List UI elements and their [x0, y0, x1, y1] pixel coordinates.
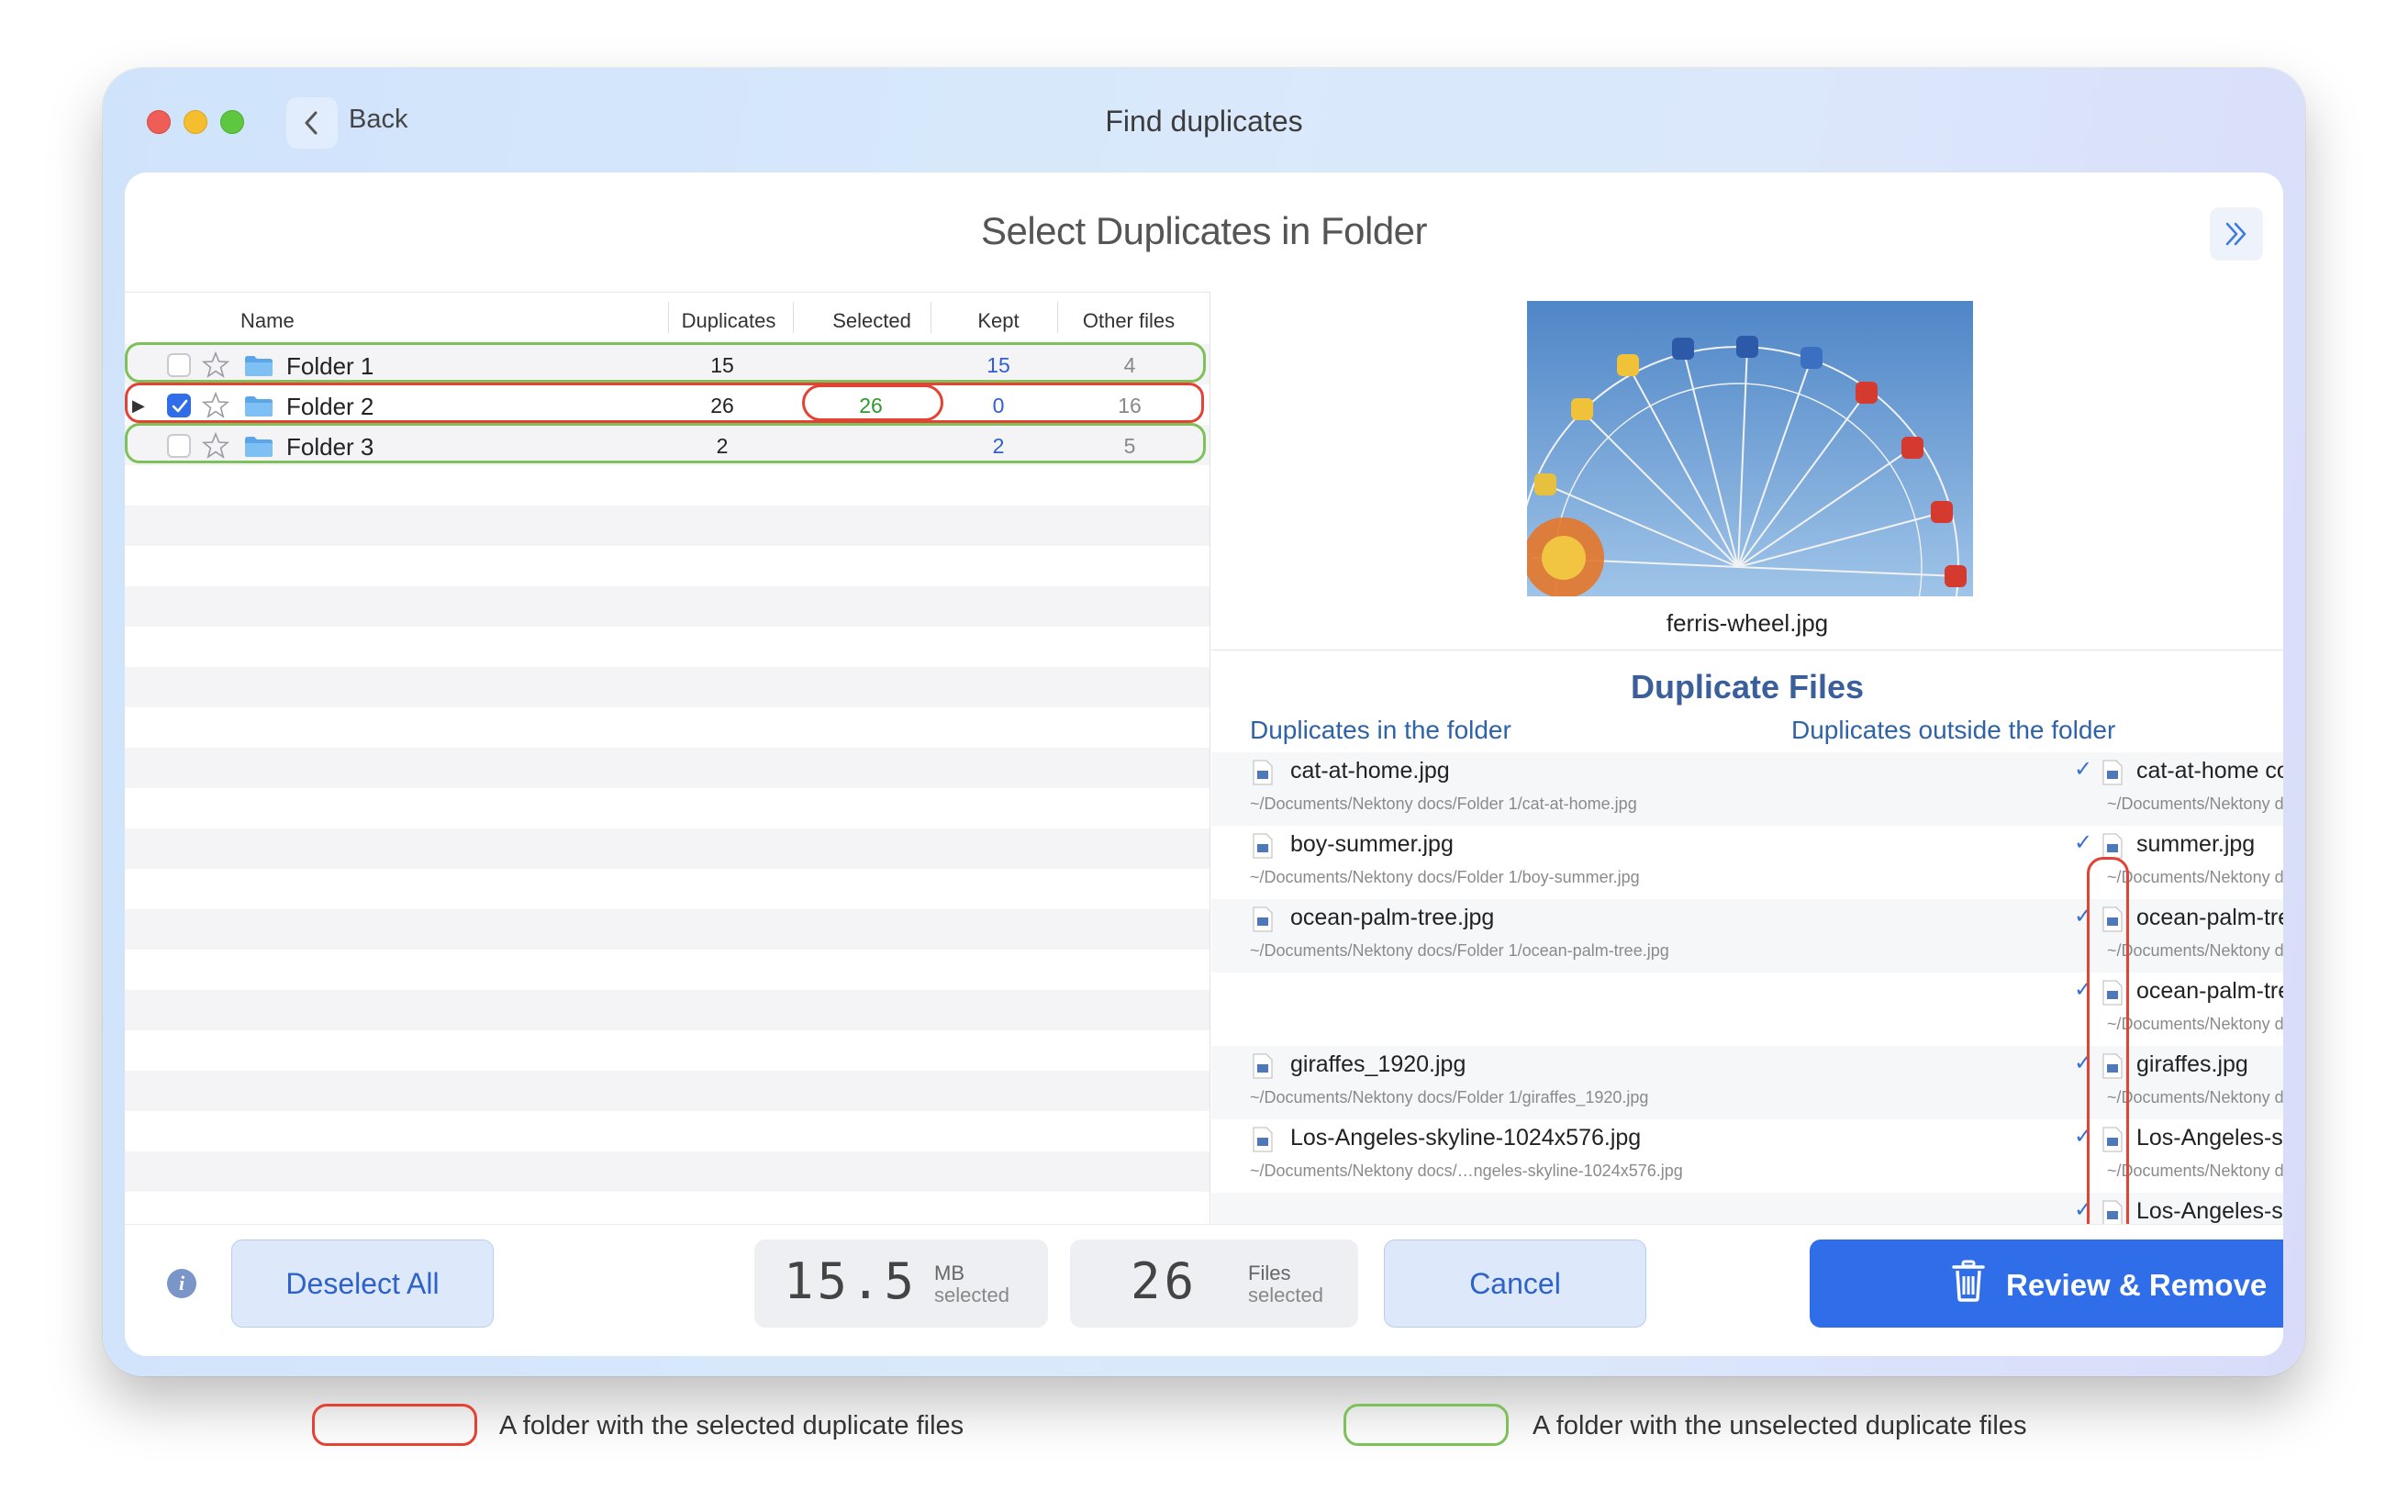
file-name: Los-Angeles-skyline-1024x576.jpg: [1290, 1125, 1642, 1151]
size-sub-label: selected: [934, 1284, 1009, 1306]
checkmark-icon[interactable]: ✓: [2074, 756, 2092, 783]
legend-selected-swatch: [312, 1404, 477, 1446]
selected-folder-highlight: [125, 383, 1204, 423]
file-path: ~/Documents/Nektony docs/Folder 1/giraff…: [1250, 1088, 1649, 1106]
file-path: ~/Documents/Nektony docs/Folder 1/boy-su…: [1250, 868, 1640, 886]
file-path: ~/Documents/Nektony docs/Folder 2/ocean-…: [2107, 941, 2283, 960]
size-selected-stat: 15.5 MB selected: [754, 1240, 1048, 1328]
unselected-folder-highlight: [125, 342, 1206, 383]
file-name: giraffes.jpg: [2136, 1051, 2248, 1077]
file-name: Los-Angeles-skyline-1024x576.jpg: [2136, 1198, 2283, 1224]
image-file-icon: [2102, 833, 2123, 859]
ferris-wheel-image: [1527, 301, 1973, 596]
file-name: summer.jpg: [2136, 831, 2256, 857]
column-name[interactable]: Name: [240, 309, 295, 333]
bottom-toolbar: i Deselect All 15.5 MB selected 26 Files…: [125, 1224, 2283, 1356]
file-name: giraffes_1920.jpg: [1290, 1051, 1466, 1077]
deselect-all-button[interactable]: Deselect All: [231, 1240, 494, 1328]
info-icon[interactable]: i: [167, 1269, 196, 1298]
checkmark-icon[interactable]: ✓: [2074, 829, 2092, 856]
review-remove-label: Review & Remove: [2006, 1268, 2268, 1302]
file-path: ~/Documents/Nektony docs/Folder 2/cat-at…: [2107, 795, 2283, 813]
double-chevron-right-icon: [2225, 222, 2246, 246]
image-preview: [1527, 301, 1973, 596]
legend-unselected-text: A folder with the unselected duplicate f…: [1533, 1411, 2027, 1440]
window-title: Find duplicates: [1105, 105, 1303, 138]
table-header: Name Duplicates Selected Kept Other file…: [125, 293, 1210, 344]
file-path: ~/Documents/Nektony docs/…Folder 1/ocean…: [2107, 1015, 2283, 1033]
file-name: boy-summer.jpg: [1290, 831, 1454, 857]
cancel-button[interactable]: Cancel: [1384, 1240, 1646, 1328]
files-selected-stat: 26 Files selected: [1070, 1240, 1358, 1328]
column-duplicates[interactable]: Duplicates: [679, 309, 778, 333]
legend-selected-text: A folder with the selected duplicate fil…: [499, 1411, 964, 1440]
file-name: ocean-palm-tree.jpg: [2136, 905, 2283, 930]
files-unit: Files: [1248, 1262, 1291, 1284]
image-file-icon: [1253, 1053, 1273, 1079]
file-path: ~/Documents/Nektony docs/Folder 1/cat-at…: [1250, 795, 1637, 813]
size-value: 15.5: [784, 1252, 919, 1310]
file-path: ~/Documents/Nektony docs/…ngeles-skyline…: [1250, 1162, 1683, 1180]
main-panel: Select Duplicates in Folder Name Duplica…: [125, 172, 2283, 1356]
file-name: cat-at-home.jpg: [1290, 758, 1450, 784]
selected-count-highlight: [802, 384, 943, 421]
file-path: ~/Documents/Nektony docs/Folder 1/ocean-…: [1250, 941, 1669, 960]
file-name: ocean-palm-tree.jpg: [2136, 978, 2283, 1004]
image-file-icon: [2102, 760, 2123, 785]
column-other-files[interactable]: Other files: [1068, 309, 1189, 333]
file-name: ocean-palm-tree.jpg: [1290, 905, 1495, 930]
file-path: ~/Documents/Nektony docs/Folder 2/giraff…: [2107, 1088, 2283, 1106]
column-kept[interactable]: Kept: [942, 309, 1055, 333]
image-file-icon: [1253, 1127, 1273, 1152]
folder-table: Name Duplicates Selected Kept Other file…: [125, 292, 1210, 1225]
file-path: ~/Documents/Nektony docs/…ngeles-skyline…: [2107, 1162, 2283, 1180]
outside-folder-header: Duplicates outside the folder: [1791, 716, 2116, 744]
image-file-icon: [1253, 906, 1273, 932]
app-window: Back Find duplicates Select Duplicates i…: [103, 68, 2305, 1376]
expand-panel-button[interactable]: [2210, 207, 2263, 261]
image-file-icon: [1253, 833, 1273, 859]
duplicate-files-title: Duplicate Files: [1630, 668, 1865, 706]
trash-icon: [1952, 1260, 1985, 1302]
file-path: ~/Documents/Nektony docs/Folder 2/summer…: [2107, 868, 2283, 886]
file-name: cat-at-home copy.jpg: [2136, 758, 2283, 784]
files-value: 26: [1131, 1252, 1198, 1310]
review-remove-button[interactable]: Review & Remove: [1810, 1240, 2283, 1328]
file-name: Los-Angeles-skyline-1024x576.jpg: [2136, 1125, 2283, 1151]
preview-file-name: ferris-wheel.jpg: [1666, 609, 1829, 637]
unselected-folder-highlight: [125, 423, 1206, 463]
in-folder-header: Duplicates in the folder: [1250, 716, 1511, 744]
files-sub-label: selected: [1248, 1284, 1323, 1306]
column-selected[interactable]: Selected: [804, 309, 940, 333]
image-file-icon: [1253, 760, 1273, 785]
page-title: Select Duplicates in Folder: [980, 209, 1428, 252]
size-unit: MB: [934, 1262, 964, 1284]
table-body: Folder 1 15 15 4 ▶ Folder 2 26 26 0 16 F…: [125, 342, 1210, 1225]
legend-unselected-swatch: [1343, 1404, 1509, 1446]
